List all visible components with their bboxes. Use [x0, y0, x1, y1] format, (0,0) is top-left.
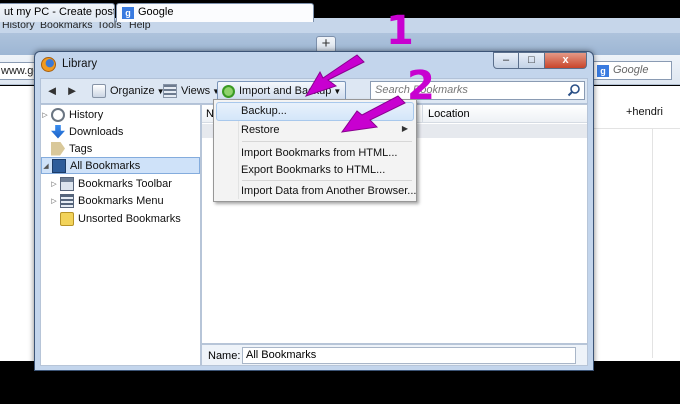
annotation-arrow-1 — [304, 54, 365, 97]
screenshot-stage: History Bookmarks Tools Help ut my PC - … — [0, 0, 680, 404]
annotation-arrows — [304, 54, 406, 133]
annotation-arrow-2 — [340, 95, 406, 133]
annotation-step-1: 1 — [386, 8, 414, 54]
annotation-step-2: 2 — [407, 63, 435, 109]
